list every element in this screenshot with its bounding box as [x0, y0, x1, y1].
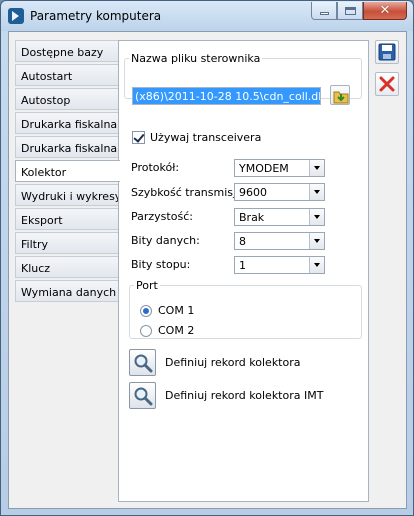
- parity-label: Parzystość:: [131, 210, 193, 223]
- protocol-label: Protokół:: [131, 161, 180, 174]
- driver-path-field[interactable]: (x86)\2011-10-28 10.5\cdn_coll.dll: [132, 87, 321, 105]
- port-option-com2[interactable]: COM 2: [140, 324, 194, 337]
- maximize-icon: [344, 6, 356, 15]
- magnifier-icon: [134, 387, 153, 406]
- transceiver-label: Używaj transceivera: [150, 131, 262, 144]
- chevron-down-icon[interactable]: [309, 233, 324, 249]
- define-record-button[interactable]: [129, 349, 156, 376]
- stopbits-select[interactable]: 1: [234, 256, 325, 274]
- magnifier-icon: [134, 354, 153, 373]
- tab-drukarka-fiskalna-2[interactable]: Drukarka fiskalna 2: [15, 136, 128, 158]
- maximize-button[interactable]: [337, 2, 363, 20]
- com1-label: COM 1: [158, 304, 195, 317]
- kolektor-panel: Nazwa pliku sterownika (x86)\2011-10-28 …: [118, 40, 369, 502]
- define-record-imt-label[interactable]: Definiuj rekord kolektora IMT: [165, 389, 323, 402]
- port-option-com1[interactable]: COM 1: [140, 304, 194, 317]
- dialog-window: Parametry komputera ✕ Dostępne bazy Auto…: [0, 0, 414, 516]
- define-record-imt-row: Definiuj rekord kolektora IMT: [129, 382, 323, 409]
- tab-dostepne-bazy[interactable]: Dostępne bazy: [15, 40, 119, 62]
- define-record-imt-button[interactable]: [129, 382, 156, 409]
- chevron-down-icon[interactable]: [309, 209, 324, 225]
- close-button[interactable]: ✕: [363, 2, 407, 20]
- window-controls: ✕: [311, 2, 407, 22]
- transceiver-checkbox[interactable]: [132, 131, 145, 144]
- speed-select[interactable]: 9600: [234, 183, 325, 201]
- tab-autostart[interactable]: Autostart: [15, 64, 119, 86]
- define-record-label[interactable]: Definiuj rekord kolektora: [165, 356, 301, 369]
- stopbits-value: 1: [239, 259, 246, 272]
- driver-file-legend: Nazwa pliku sterownika: [131, 52, 261, 65]
- stopbits-label: Bity stopu:: [131, 258, 191, 271]
- transceiver-option[interactable]: Używaj transceivera: [132, 131, 261, 144]
- save-button[interactable]: [375, 40, 399, 64]
- databits-select[interactable]: 8: [234, 232, 325, 250]
- parity-value: Brak: [239, 211, 265, 224]
- tab-autostop[interactable]: Autostop: [15, 88, 119, 110]
- cancel-button[interactable]: [375, 72, 399, 96]
- tab-drukarka-fiskalna[interactable]: Drukarka fiskalna: [15, 112, 119, 134]
- databits-value: 8: [239, 235, 246, 248]
- tab-klucz[interactable]: Klucz: [15, 256, 119, 278]
- speed-value: 9600: [239, 186, 267, 199]
- tab-wymiana-danych[interactable]: Wymiana danych: [15, 280, 119, 302]
- define-record-row: Definiuj rekord kolektora: [129, 349, 301, 376]
- app-icon: [8, 8, 24, 24]
- chevron-down-icon[interactable]: [309, 160, 324, 176]
- cancel-x-icon: [379, 76, 395, 92]
- title-bar[interactable]: Parametry komputera ✕: [1, 1, 413, 31]
- port-group: Port COM 1 COM 2: [129, 279, 362, 339]
- protocol-select[interactable]: YMODEM: [234, 159, 325, 177]
- save-disk-icon: [378, 43, 396, 61]
- databits-label: Bity danych:: [131, 234, 200, 247]
- chevron-down-icon[interactable]: [309, 257, 324, 273]
- tab-kolektor[interactable]: Kolektor: [15, 160, 120, 182]
- browse-driver-button[interactable]: [330, 85, 350, 105]
- com1-radio[interactable]: [140, 304, 152, 317]
- port-legend: Port: [136, 279, 158, 292]
- window-title: Parametry komputera: [30, 9, 162, 23]
- tab-eksport[interactable]: Eksport: [15, 208, 119, 230]
- tab-list: Dostępne bazy Autostart Autostop Drukark…: [15, 40, 128, 304]
- com2-label: COM 2: [158, 324, 195, 337]
- tab-filtry[interactable]: Filtry: [15, 232, 119, 254]
- minimize-button[interactable]: [311, 2, 337, 20]
- parity-select[interactable]: Brak: [234, 208, 325, 226]
- com2-radio[interactable]: [140, 324, 152, 337]
- dialog-client-area: Dostępne bazy Autostart Autostop Drukark…: [8, 31, 407, 509]
- protocol-value: YMODEM: [239, 162, 289, 175]
- speed-label: Szybkość transmisji:: [131, 186, 243, 199]
- chevron-down-icon[interactable]: [309, 184, 324, 200]
- folder-arrow-icon: [333, 91, 349, 104]
- close-icon: ✕: [379, 3, 391, 18]
- minimize-icon: [319, 12, 329, 15]
- driver-file-group: Nazwa pliku sterownika (x86)\2011-10-28 …: [124, 52, 362, 105]
- tab-wydruki-i-wykresy[interactable]: Wydruki i wykresy: [15, 184, 121, 206]
